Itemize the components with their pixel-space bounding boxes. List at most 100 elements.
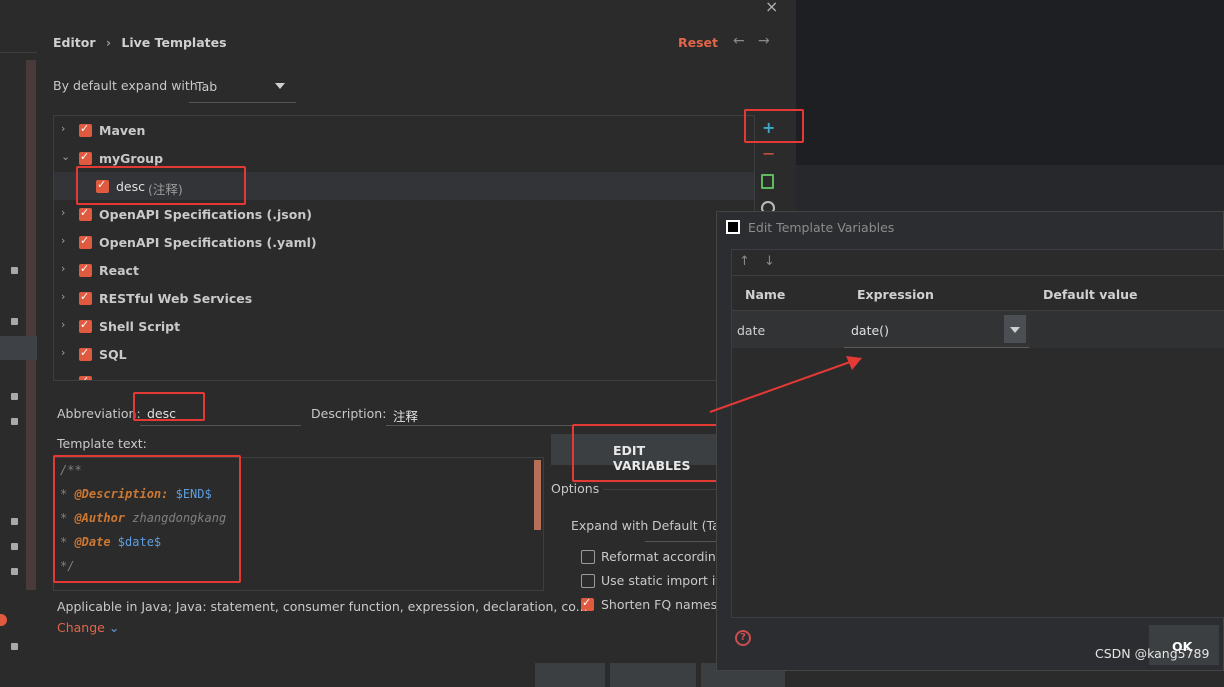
back-arrow-icon[interactable]: ←	[733, 33, 745, 49]
tree-group-react[interactable]: › React	[54, 256, 754, 284]
tree-group-shell-script[interactable]: › Shell Script	[54, 312, 754, 340]
options-expand-value: Default (Tal	[652, 518, 716, 533]
shorten-label[interactable]: Shorten FQ names	[601, 597, 717, 612]
options-expand-dropdown[interactable]: Default (Tal	[645, 511, 716, 542]
lock-icon	[11, 543, 18, 550]
static-import-checkbox[interactable]	[581, 574, 595, 588]
change-label: Change	[57, 620, 105, 635]
lock-icon	[11, 418, 18, 425]
checkbox[interactable]	[79, 346, 92, 361]
chevron-down-icon[interactable]: ⌄	[61, 150, 70, 163]
tree-group-maven[interactable]: › Maven	[54, 116, 754, 144]
highlight-add-button	[744, 109, 804, 143]
tree-item-label: React	[99, 263, 139, 278]
lock-icon	[11, 518, 18, 525]
highlight-desc-item	[76, 166, 246, 205]
chevron-right-icon[interactable]: ›	[61, 262, 65, 275]
chevron-right-icon[interactable]: ›	[61, 122, 65, 135]
code-scrollbar[interactable]	[534, 460, 541, 530]
highlight-edit-variables	[572, 424, 730, 482]
footer-button[interactable]	[535, 663, 605, 687]
tree-item-label: RESTful Web Services	[99, 291, 253, 306]
lock-icon	[11, 568, 18, 575]
table-row[interactable]: date date()	[732, 311, 1224, 348]
highlight-template-text	[53, 455, 241, 583]
lock-icon	[11, 393, 18, 400]
reset-link[interactable]: Reset	[678, 35, 718, 50]
options-divider	[603, 489, 716, 490]
tree-item-label: myGroup	[99, 151, 164, 166]
copy-icon[interactable]	[761, 174, 774, 189]
column-header-expression[interactable]: Expression	[857, 287, 934, 302]
tree-group-restful[interactable]: › RESTful Web Services	[54, 284, 754, 312]
chevron-right-icon: ›	[105, 35, 112, 50]
dropdown-arrow-icon	[1010, 327, 1020, 333]
chevron-right-icon[interactable]: ›	[61, 346, 65, 359]
template-text-label: Template text:	[57, 436, 147, 451]
expand-label: By default expand with	[53, 78, 198, 93]
chevron-right-icon[interactable]: ›	[61, 206, 65, 219]
move-down-icon[interactable]: ↓	[764, 254, 775, 269]
lock-icon	[11, 643, 18, 650]
dialog-title: Edit Template Variables	[748, 220, 895, 235]
chevron-right-icon[interactable]: ›	[61, 318, 65, 331]
selected-settings-item[interactable]	[0, 336, 37, 360]
remove-icon[interactable]: −	[762, 144, 775, 163]
tree-item-label: Maven	[99, 123, 146, 138]
footer-button[interactable]	[610, 663, 696, 687]
expression-dropdown-button[interactable]	[1004, 315, 1026, 343]
variable-name: date	[737, 323, 766, 338]
lock-icon	[11, 267, 18, 274]
abbreviation-underline	[140, 425, 301, 426]
tree-item-label: OpenAPI Specifications (.yaml)	[99, 235, 317, 250]
change-link[interactable]: Change ⌄	[57, 620, 119, 635]
highlight-abbreviation	[133, 392, 205, 421]
breadcrumb-live-templates: Live Templates	[121, 35, 227, 50]
checkbox[interactable]	[79, 150, 92, 165]
help-glyph: ?	[740, 632, 746, 643]
annotation-arrow	[709, 356, 862, 413]
chevron-down-icon: ⌄	[108, 620, 120, 635]
close-icon[interactable]: ×	[765, 0, 778, 16]
tree-group-openapi-yaml[interactable]: › OpenAPI Specifications (.yaml)	[54, 228, 754, 256]
move-up-icon[interactable]: ↑	[739, 254, 750, 269]
forward-arrow-icon[interactable]: →	[758, 33, 770, 49]
breadcrumb-editor[interactable]: Editor	[53, 35, 96, 50]
reformat-checkbox[interactable]	[581, 550, 595, 564]
options-expand-label: Expand with	[571, 518, 649, 533]
checkbox[interactable]	[79, 206, 92, 221]
abbreviation-label: Abbreviation:	[57, 406, 141, 421]
applicable-text: Applicable in Java; Java: statement, con…	[57, 599, 588, 614]
options-title: Options	[551, 481, 600, 496]
help-icon[interactable]: ?	[735, 630, 751, 646]
expression-value: date()	[851, 323, 889, 338]
description-label: Description:	[311, 406, 387, 421]
divider	[732, 275, 1224, 276]
expression-combobox[interactable]: date()	[844, 311, 1029, 348]
divider	[0, 52, 37, 53]
column-header-default[interactable]: Default value	[1043, 287, 1137, 302]
edit-template-variables-dialog: Edit Template Variables ↑ ↓ Name Express…	[716, 211, 1224, 671]
settings-scrollbar[interactable]	[26, 60, 36, 590]
checkbox[interactable]	[79, 262, 92, 277]
checkbox[interactable]	[79, 290, 92, 305]
template-tree[interactable]: › Maven ⌄ myGroup desc (注释) › OpenAPI Sp…	[53, 115, 755, 381]
tree-item-label: Shell Script	[99, 319, 181, 334]
expand-dropdown[interactable]: Tab	[189, 72, 296, 103]
checkbox[interactable]	[79, 122, 92, 137]
column-header-name[interactable]: Name	[745, 287, 785, 302]
chevron-right-icon[interactable]: ›	[61, 234, 65, 247]
tree-item-label: SQL	[99, 347, 127, 362]
expand-dropdown-value: Tab	[196, 79, 218, 94]
static-import-label[interactable]: Use static import if p	[601, 573, 732, 588]
dropdown-arrow-icon	[275, 83, 285, 89]
checkbox[interactable]	[79, 318, 92, 333]
variables-table-panel: ↑ ↓ Name Expression Default value date d…	[731, 249, 1224, 618]
tree-group-sql[interactable]: › SQL	[54, 340, 754, 368]
default-value-cell[interactable]	[1030, 311, 1224, 348]
reformat-label[interactable]: Reformat according	[601, 549, 724, 564]
checkbox[interactable]	[79, 234, 92, 249]
checkbox[interactable]	[79, 374, 92, 380]
description-input[interactable]: 注释	[393, 406, 418, 425]
chevron-right-icon[interactable]: ›	[61, 290, 65, 303]
